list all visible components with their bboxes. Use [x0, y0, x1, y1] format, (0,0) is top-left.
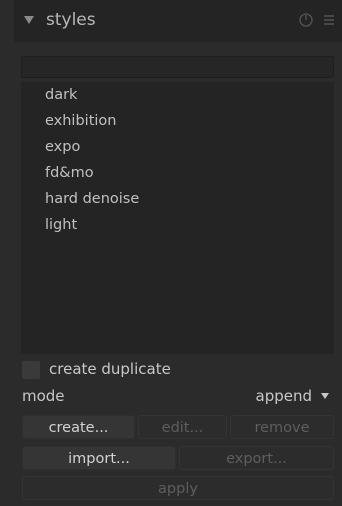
- list-item-fd-mo[interactable]: fd&mo: [45, 160, 94, 186]
- remove-button[interactable]: remove: [230, 415, 334, 439]
- list-item-light[interactable]: light: [45, 212, 77, 238]
- module-header[interactable]: styles: [14, 0, 342, 42]
- create-button[interactable]: create...: [22, 415, 135, 439]
- mode-label: mode: [22, 387, 65, 405]
- reset-icon[interactable]: [298, 12, 314, 28]
- dropdown-arrow-icon[interactable]: [320, 391, 330, 401]
- presets-menu-icon[interactable]: [321, 12, 337, 28]
- list-item-exhibition[interactable]: exhibition: [45, 108, 116, 134]
- triangle-down-icon[interactable]: [22, 13, 36, 27]
- style-search-input[interactable]: [21, 56, 334, 78]
- styles-list[interactable]: dark exhibition expo fd&mo hard denoise …: [21, 82, 334, 354]
- export-button[interactable]: export...: [179, 446, 334, 470]
- create-duplicate-label: create duplicate: [49, 360, 171, 378]
- mode-dropdown[interactable]: append: [256, 385, 313, 407]
- edit-button[interactable]: edit...: [138, 415, 227, 439]
- apply-button[interactable]: apply: [22, 476, 334, 500]
- module-title: styles: [46, 10, 96, 30]
- styles-panel: styles dark exhibition expo fd&mo hard d…: [0, 0, 342, 506]
- import-button[interactable]: import...: [22, 446, 176, 470]
- list-item-dark[interactable]: dark: [45, 82, 77, 108]
- create-duplicate-checkbox[interactable]: [22, 361, 40, 379]
- list-item-hard-denoise[interactable]: hard denoise: [45, 186, 139, 212]
- list-item-expo[interactable]: expo: [45, 134, 80, 160]
